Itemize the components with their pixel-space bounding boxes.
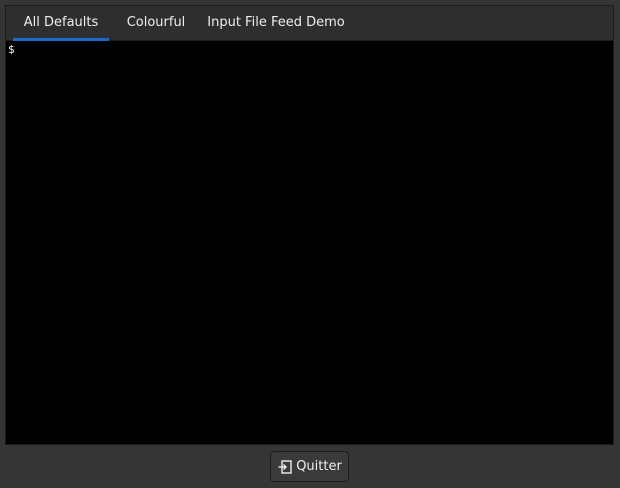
tab-input-file-feed-demo[interactable]: Input File Feed Demo	[204, 6, 348, 40]
exit-icon	[277, 459, 293, 475]
terminal-prompt: $	[8, 43, 15, 56]
quit-button-label: Quitter	[296, 459, 342, 474]
tab-notebook: All Defaults Colourful Input File Feed D…	[5, 5, 614, 445]
quit-button[interactable]: Quitter	[270, 451, 349, 482]
app-window: All Defaults Colourful Input File Feed D…	[0, 0, 620, 488]
tab-colourful[interactable]: Colourful	[116, 6, 196, 40]
tab-all-defaults[interactable]: All Defaults	[13, 6, 109, 41]
tab-bar: All Defaults Colourful Input File Feed D…	[6, 6, 613, 41]
terminal-area[interactable]: $	[6, 41, 613, 444]
